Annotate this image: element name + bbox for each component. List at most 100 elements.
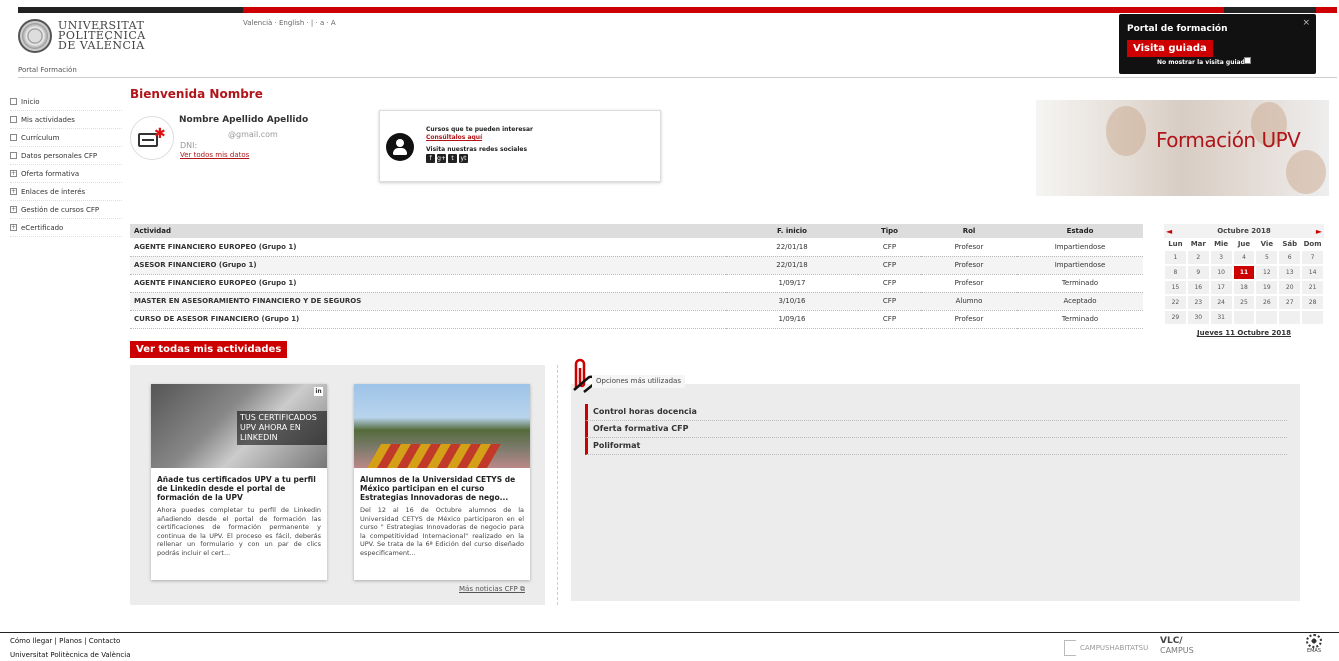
news-image-group-photo xyxy=(354,384,530,468)
cell-tipo: CFP xyxy=(858,292,921,311)
social-icons: f g+ t yt xyxy=(426,154,468,163)
sidebar-item-gestion-cursos[interactable]: + Gestión de cursos CFP xyxy=(10,201,122,219)
calendar-day[interactable]: 3 xyxy=(1209,250,1233,265)
option-oferta-formativa[interactable]: Oferta formativa CFP xyxy=(585,421,1287,438)
asterisk-icon: ✱ xyxy=(154,126,166,142)
profile-name: Nombre Apellido Apellido xyxy=(179,115,309,125)
calendar-day[interactable]: 22 xyxy=(1164,295,1187,310)
calendar-day[interactable]: 5 xyxy=(1255,250,1279,265)
cell-actividad[interactable]: CURSO DE ASESOR FINANCIERO (Grupo 1) xyxy=(130,310,726,329)
calendar-day[interactable]: 14 xyxy=(1301,265,1324,280)
calendar-day[interactable]: 17 xyxy=(1209,280,1233,295)
option-control-horas[interactable]: Control horas docencia xyxy=(585,404,1287,421)
cell-tipo: CFP xyxy=(858,310,921,329)
footer-links[interactable]: Cómo llegar | Planos | Contacto xyxy=(10,637,120,645)
courses-link[interactable]: Consúltalos aquí xyxy=(426,134,482,141)
calendar-day[interactable]: 29 xyxy=(1164,310,1187,325)
sidebar-item-curriculum[interactable]: Currículum xyxy=(10,129,122,147)
calendar-day[interactable]: 12 xyxy=(1255,265,1279,280)
guided-tour-button[interactable]: Visita guiada xyxy=(1127,40,1213,57)
cell-actividad[interactable]: MASTER EN ASESORAMIENTO FINANCIERO Y DE … xyxy=(130,292,726,311)
calendar-day[interactable]: 19 xyxy=(1255,280,1279,295)
sidebar-item-ecertificado[interactable]: + eCertificado xyxy=(10,219,122,237)
cell-inicio: 3/10/16 xyxy=(726,292,858,311)
news-card[interactable]: in TUS CERTIFICADOS UPV AHORA EN LINKEDI… xyxy=(151,384,327,580)
see-all-activities-button[interactable]: Ver todas mis actividades xyxy=(130,341,288,358)
news-title[interactable]: Añade tus certificados UPV a tu perfil d… xyxy=(157,475,321,502)
calendar-day[interactable]: 26 xyxy=(1255,295,1279,310)
calendar-day[interactable]: 25 xyxy=(1232,295,1256,310)
calendar-selected-date[interactable]: Jueves 11 Octubre 2018 xyxy=(1164,329,1324,337)
table-header-row: Actividad F. inicio Tipo Rol Estado xyxy=(130,224,1143,238)
calendar-day[interactable]: 15 xyxy=(1164,280,1187,295)
options-panel: Control horas docencia Oferta formativa … xyxy=(571,384,1300,601)
vlc-campus-text: CAMPUS xyxy=(1160,646,1194,655)
cell-actividad[interactable]: ASESOR FINANCIERO (Grupo 1) xyxy=(130,256,726,275)
facebook-icon[interactable]: f xyxy=(426,154,435,163)
calendar-day[interactable]: 20 xyxy=(1278,280,1302,295)
calendar-day xyxy=(1255,310,1279,325)
table-row[interactable]: ASESOR FINANCIERO (Grupo 1) 22/01/18 CFP… xyxy=(130,256,1143,275)
view-all-data-link[interactable]: Ver todos mis datos xyxy=(180,151,249,159)
sidebar-item-datos-personales[interactable]: Datos personales CFP xyxy=(10,147,122,165)
cell-tipo: CFP xyxy=(858,274,921,293)
cell-actividad[interactable]: AGENTE FINANCIERO EUROPEO (Grupo 1) xyxy=(130,238,726,257)
calendar-day[interactable]: 24 xyxy=(1209,295,1233,310)
calendar-day[interactable]: 30 xyxy=(1186,310,1210,325)
twitter-icon[interactable]: t xyxy=(448,154,457,163)
col-header-rol[interactable]: Rol xyxy=(921,224,1017,238)
language-selector[interactable]: Valencià · English · | · a · A xyxy=(243,19,336,27)
calendar-day[interactable]: 13 xyxy=(1278,265,1302,280)
senyera-stripes xyxy=(367,444,501,468)
col-header-tipo[interactable]: Tipo xyxy=(858,224,921,238)
calendar-day[interactable]: 18 xyxy=(1232,280,1256,295)
table-row[interactable]: AGENTE FINANCIERO EUROPEO (Grupo 1) 22/0… xyxy=(130,238,1143,257)
calendar-day[interactable]: 10 xyxy=(1209,265,1233,280)
calendar-day[interactable]: 9 xyxy=(1186,265,1210,280)
table-row[interactable]: AGENTE FINANCIERO EUROPEO (Grupo 1) 1/09… xyxy=(130,274,1143,293)
col-header-estado[interactable]: Estado xyxy=(1017,224,1143,238)
upv-logo[interactable]: UNIVERSITAT POLITÈCNICA DE VALÈNCIA xyxy=(18,15,148,57)
calendar-day[interactable]: 21 xyxy=(1301,280,1324,295)
calendar-day[interactable]: 6 xyxy=(1278,250,1302,265)
banner-title: Formación UPV xyxy=(1156,128,1301,152)
table-row[interactable]: MASTER EN ASESORAMIENTO FINANCIERO Y DE … xyxy=(130,292,1143,311)
calendar-day[interactable]: 31 xyxy=(1209,310,1233,325)
news-body: Del 12 al 16 de Octubre alumnos de la Un… xyxy=(360,506,524,557)
sidebar-item-label: Gestión de cursos CFP xyxy=(21,205,100,214)
sidebar-item-enlaces[interactable]: + Enlaces de interés xyxy=(10,183,122,201)
col-header-inicio[interactable]: F. inicio xyxy=(726,224,858,238)
col-header-actividad[interactable]: Actividad xyxy=(130,224,726,238)
calendar-day[interactable]: 23 xyxy=(1186,295,1210,310)
more-news-link[interactable]: Más noticias CFP ⧉ xyxy=(459,585,525,594)
hide-tour-checkbox[interactable] xyxy=(1244,57,1251,64)
next-month-icon[interactable]: ► xyxy=(1316,227,1322,236)
sidebar-item-mis-actividades[interactable]: Mis actividades xyxy=(10,111,122,129)
news-card[interactable]: Alumnos de la Universidad CETYS de Méxic… xyxy=(354,384,530,580)
calendar-day[interactable]: 4 xyxy=(1232,250,1256,265)
campus-habitat-logo[interactable]: CAMPUSHABITATSU xyxy=(1064,640,1148,656)
calendar-day[interactable]: 28 xyxy=(1301,295,1324,310)
news-body: Ahora puedes completar tu perfil de Link… xyxy=(157,506,321,557)
formacion-banner: Formación UPV xyxy=(1036,100,1329,196)
cell-rol: Profesor xyxy=(921,310,1017,329)
googleplus-icon[interactable]: g+ xyxy=(437,154,446,163)
close-icon[interactable]: × xyxy=(1302,18,1310,28)
sidebar-item-oferta-formativa[interactable]: + Oferta formativa xyxy=(10,165,122,183)
calendar-day[interactable]: 16 xyxy=(1186,280,1210,295)
cell-actividad[interactable]: AGENTE FINANCIERO EUROPEO (Grupo 1) xyxy=(130,274,726,293)
calendar-day[interactable]: 2 xyxy=(1186,250,1210,265)
youtube-icon[interactable]: yt xyxy=(459,154,468,163)
calendar-day-selected[interactable]: 11 xyxy=(1232,265,1256,280)
sidebar-item-inicio[interactable]: Inicio xyxy=(10,93,122,111)
calendar-day[interactable]: 1 xyxy=(1164,250,1187,265)
calendar-day[interactable]: 8 xyxy=(1164,265,1187,280)
calendar-day[interactable]: 27 xyxy=(1278,295,1302,310)
news-title[interactable]: Alumnos de la Universidad CETYS de Méxic… xyxy=(360,475,524,502)
vlc-campus-logo[interactable]: VLC/ CAMPUS xyxy=(1160,637,1194,656)
breadcrumb-portal[interactable]: Portal Formación xyxy=(18,66,77,74)
calendar-day[interactable]: 7 xyxy=(1301,250,1324,265)
table-row[interactable]: CURSO DE ASESOR FINANCIERO (Grupo 1) 1/0… xyxy=(130,310,1143,329)
prev-month-icon[interactable]: ◄ xyxy=(1166,227,1172,236)
option-poliformat[interactable]: Poliformat xyxy=(585,438,1287,455)
